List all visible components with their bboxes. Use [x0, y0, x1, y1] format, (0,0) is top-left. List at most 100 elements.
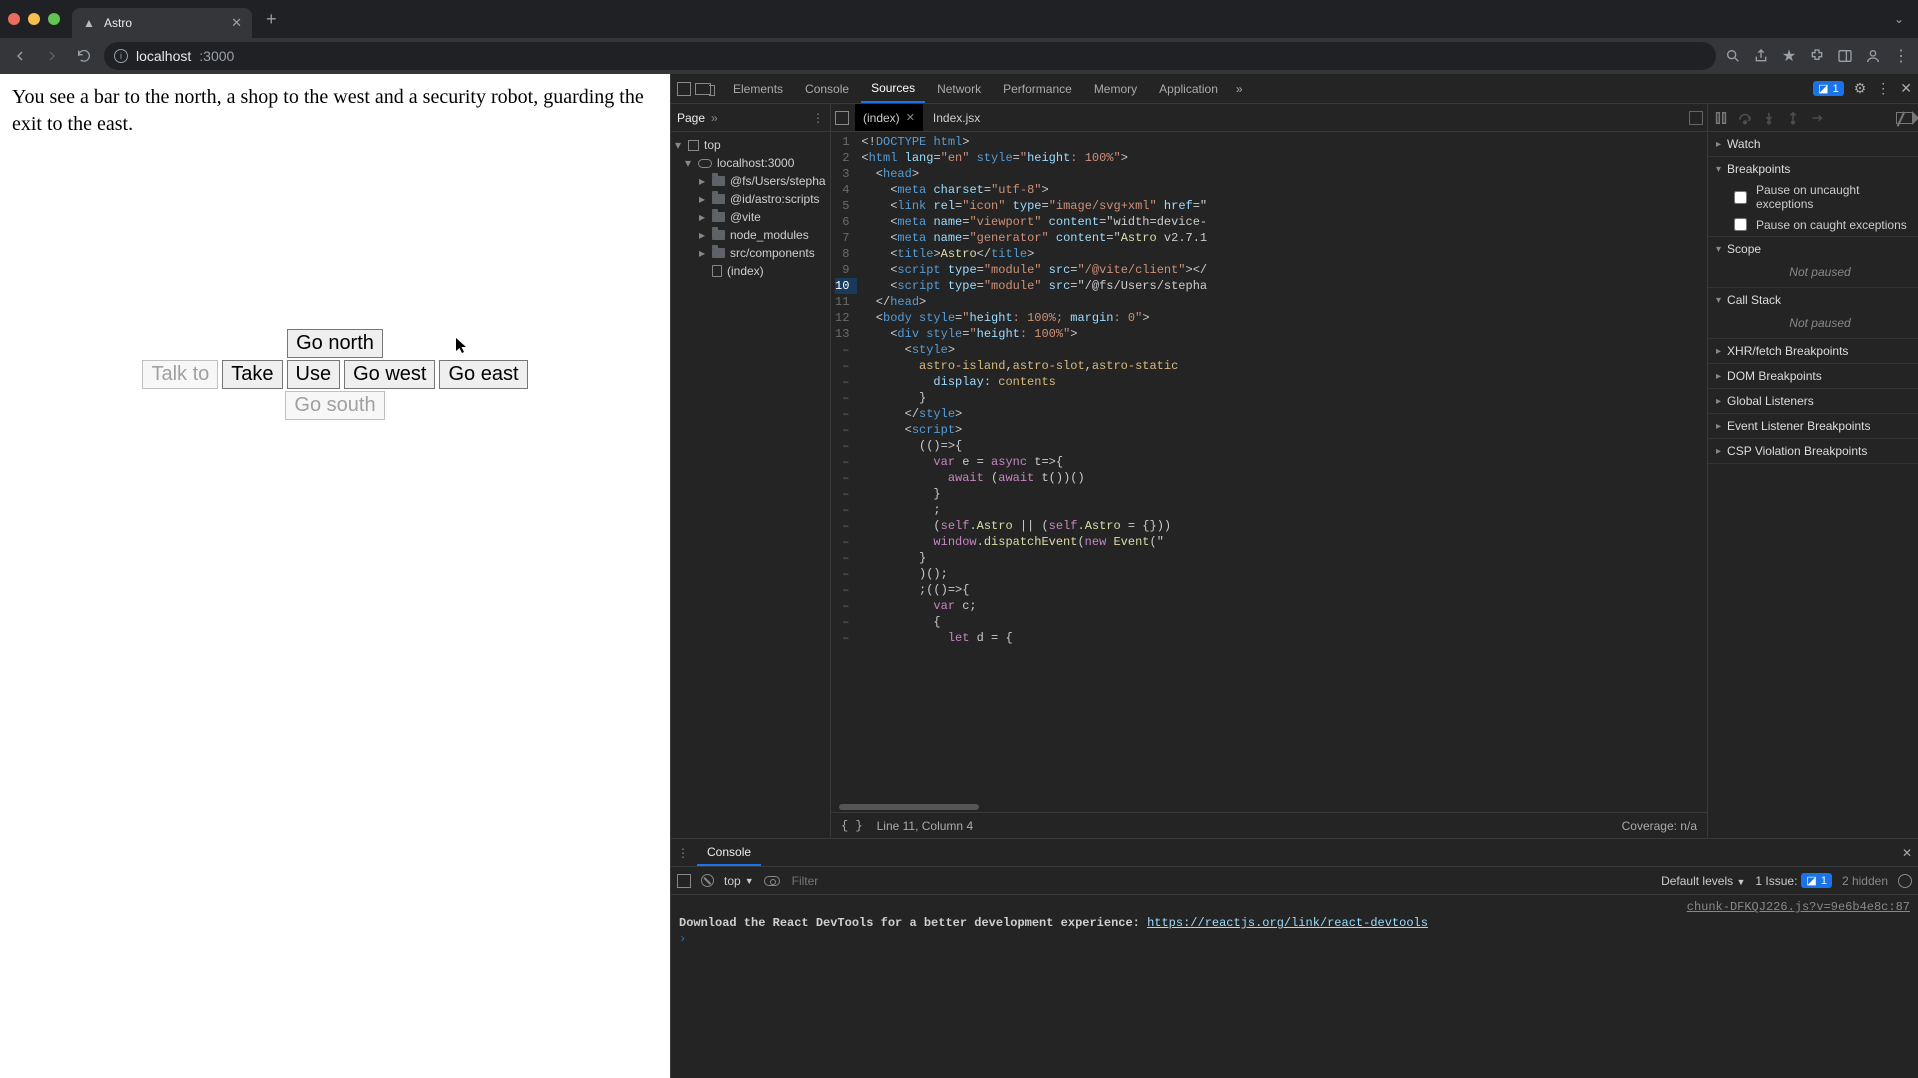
maximize-window-button[interactable]: [48, 13, 60, 25]
close-drawer-icon[interactable]: ✕: [1902, 846, 1912, 860]
folder-icon: [712, 230, 725, 240]
close-window-button[interactable]: [8, 13, 20, 25]
sidebar-toggle-icon[interactable]: [677, 874, 691, 888]
live-expression-icon[interactable]: [764, 876, 780, 886]
go-west-button[interactable]: Go west: [344, 360, 435, 389]
go-north-button[interactable]: Go north: [287, 329, 383, 358]
tab-memory[interactable]: Memory: [1084, 74, 1147, 103]
kebab-menu-icon[interactable]: ⋮: [1892, 47, 1910, 65]
dom-breakpoints-section[interactable]: ▸DOM Breakpoints: [1708, 364, 1918, 388]
folder-icon: [712, 248, 725, 258]
device-toggle-icon[interactable]: [695, 83, 711, 95]
devtools-menu-icon[interactable]: ⋮: [1876, 80, 1890, 97]
context-selector[interactable]: top ▼: [724, 874, 754, 888]
minimize-window-button[interactable]: [28, 13, 40, 25]
go-south-button[interactable]: Go south: [285, 391, 384, 420]
close-tab-icon[interactable]: ✕: [231, 15, 242, 31]
tree-folder[interactable]: ▸@vite: [671, 208, 830, 226]
clear-console-icon[interactable]: [701, 874, 714, 887]
mouse-cursor-icon: [455, 336, 469, 354]
folder-icon: [712, 176, 725, 186]
editor-tab-index[interactable]: (index)✕: [855, 104, 923, 131]
toggle-nav-icon[interactable]: [835, 111, 849, 125]
global-listeners-section[interactable]: ▸Global Listeners: [1708, 389, 1918, 413]
tab-application[interactable]: Application: [1149, 74, 1228, 103]
console-output[interactable]: chunk-DFKQJ226.js?v=9e6b4e8c:87 Download…: [671, 895, 1918, 1078]
scope-section[interactable]: ▾Scope: [1708, 237, 1918, 261]
use-button[interactable]: Use: [287, 360, 341, 389]
tab-network[interactable]: Network: [927, 74, 991, 103]
inspect-element-icon[interactable]: [677, 82, 691, 96]
editor-action-icon[interactable]: [1689, 111, 1703, 125]
profile-icon[interactable]: [1864, 47, 1882, 65]
editor-status-bar: { } Line 11, Column 4 Coverage: n/a: [831, 812, 1707, 838]
xhr-breakpoints-section[interactable]: ▸XHR/fetch Breakpoints: [1708, 339, 1918, 363]
side-panel-icon[interactable]: [1836, 47, 1854, 65]
talk-to-button[interactable]: Talk to: [142, 360, 218, 389]
share-icon[interactable]: [1752, 47, 1770, 65]
tree-file-index[interactable]: (index): [671, 262, 830, 280]
nav-menu-icon[interactable]: ⋮: [812, 111, 824, 125]
editor-tab-indexjsx[interactable]: Index.jsx: [925, 104, 988, 131]
issues-badge[interactable]: ◪ 1: [1813, 81, 1844, 96]
go-east-button[interactable]: Go east: [439, 360, 527, 389]
step-into-icon[interactable]: [1762, 111, 1776, 125]
tree-top[interactable]: ▾top: [671, 136, 830, 154]
log-levels-selector[interactable]: Default levels ▼: [1661, 874, 1745, 888]
watch-section[interactable]: ▸Watch: [1708, 132, 1918, 156]
drawer-tab-console[interactable]: Console: [697, 839, 761, 866]
chevron-down-icon[interactable]: ⌄: [1894, 12, 1910, 26]
forward-button[interactable]: [40, 44, 64, 68]
drawer-menu-icon[interactable]: ⋮: [677, 846, 689, 860]
react-devtools-link[interactable]: https://reactjs.org/link/react-devtools: [1147, 916, 1428, 930]
step-out-icon[interactable]: [1786, 111, 1800, 125]
tree-folder[interactable]: ▸src/components: [671, 244, 830, 262]
tab-sources[interactable]: Sources: [861, 74, 925, 103]
csp-breakpoints-section[interactable]: ▸CSP Violation Breakpoints: [1708, 439, 1918, 463]
nav-tab-page[interactable]: Page: [677, 111, 705, 125]
horizontal-scrollbar[interactable]: [839, 804, 979, 810]
folder-icon: [712, 212, 725, 222]
tree-folder[interactable]: ▸node_modules: [671, 226, 830, 244]
zoom-icon[interactable]: [1724, 47, 1742, 65]
tab-performance[interactable]: Performance: [993, 74, 1082, 103]
site-info-icon[interactable]: i: [114, 49, 128, 63]
folder-icon: [712, 194, 725, 204]
deactivate-breakpoints-icon[interactable]: [1896, 112, 1912, 124]
address-bar[interactable]: i localhost:3000: [104, 42, 1716, 70]
pause-uncaught-checkbox[interactable]: Pause on uncaught exceptions: [1708, 181, 1918, 213]
bookmark-star-icon[interactable]: ★: [1780, 47, 1798, 65]
game-controls: Go north Talk to Take Use Go west Go eas…: [0, 329, 670, 420]
console-prompt-icon[interactable]: ›: [679, 932, 686, 946]
pause-caught-checkbox[interactable]: Pause on caught exceptions: [1708, 213, 1918, 236]
extensions-icon[interactable]: [1808, 47, 1826, 65]
reload-button[interactable]: [72, 44, 96, 68]
tree-folder[interactable]: ▸@id/astro:scripts: [671, 190, 830, 208]
breakpoints-section[interactable]: ▾Breakpoints: [1708, 157, 1918, 181]
tab-console[interactable]: Console: [795, 74, 859, 103]
pretty-print-icon[interactable]: { }: [841, 819, 863, 833]
back-button[interactable]: [8, 44, 32, 68]
step-icon[interactable]: [1810, 111, 1824, 125]
browser-tab[interactable]: ▲ Astro ✕: [72, 8, 252, 38]
take-button[interactable]: Take: [222, 360, 282, 389]
event-breakpoints-section[interactable]: ▸Event Listener Breakpoints: [1708, 414, 1918, 438]
tree-host[interactable]: ▾localhost:3000: [671, 154, 830, 172]
code-editor[interactable]: 12345678910111213––––––––––––––––––– <!D…: [831, 132, 1707, 802]
issues-indicator[interactable]: 1 Issue:◪ 1: [1755, 873, 1832, 888]
console-settings-icon[interactable]: [1898, 874, 1912, 888]
more-tabs-icon[interactable]: »: [1230, 82, 1249, 96]
message-source[interactable]: chunk-DFKQJ226.js?v=9e6b4e8c:87: [1687, 900, 1910, 914]
pause-resume-icon[interactable]: [1714, 111, 1728, 125]
new-tab-button[interactable]: +: [260, 9, 283, 30]
tab-elements[interactable]: Elements: [723, 74, 793, 103]
close-icon[interactable]: ✕: [906, 111, 915, 124]
more-nav-tabs-icon[interactable]: »: [711, 111, 718, 125]
step-over-icon[interactable]: [1738, 111, 1752, 125]
tree-folder[interactable]: ▸@fs/Users/stepha: [671, 172, 830, 190]
hidden-count[interactable]: 2 hidden: [1842, 874, 1888, 888]
close-devtools-icon[interactable]: ✕: [1900, 80, 1912, 97]
console-filter-input[interactable]: [790, 873, 1651, 889]
callstack-section[interactable]: ▾Call Stack: [1708, 288, 1918, 312]
settings-gear-icon[interactable]: ⚙: [1854, 80, 1867, 97]
